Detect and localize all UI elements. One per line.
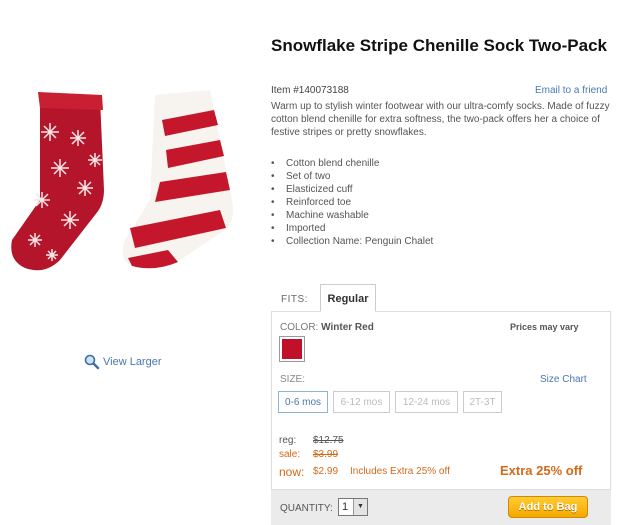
feature-item: Cotton blend chenille [271, 157, 433, 170]
now-label: now: [279, 465, 305, 479]
size-option-2t-3t[interactable]: 2T-3T [463, 391, 502, 413]
size-chart-link[interactable]: Size Chart [540, 374, 587, 385]
view-larger-label: View Larger [103, 356, 162, 368]
snowflake-sock [11, 92, 104, 271]
fits-label: FITS: [281, 294, 308, 305]
feature-item: Imported [271, 222, 433, 235]
feature-item: Reinforced toe [271, 196, 433, 209]
color-label-text: COLOR: [280, 322, 319, 333]
prices-vary-note: Prices may vary [510, 322, 579, 332]
chevron-down-icon: ▼ [353, 499, 367, 515]
product-image[interactable] [0, 80, 260, 290]
item-number: Item #140073188 [271, 85, 349, 96]
quantity-select[interactable]: 1 ▼ [338, 498, 368, 516]
email-friend-link[interactable]: Email to a friend [535, 85, 607, 96]
feature-item: Machine washable [271, 209, 433, 222]
product-title: Snowflake Stripe Chenille Sock Two-Pack [271, 36, 607, 55]
tab-regular[interactable]: Regular [320, 284, 376, 312]
feature-item: Collection Name: Penguin Chalet [271, 235, 433, 248]
feature-item: Elasticized cuff [271, 183, 433, 196]
feature-list: Cotton blend chenille Set of two Elastic… [271, 157, 433, 248]
color-label: COLOR: Winter Red [280, 322, 374, 333]
color-swatch-winter-red[interactable] [279, 336, 305, 362]
sale-price: $3.99 [313, 449, 339, 460]
magnifier-icon [84, 354, 100, 370]
extra-discount-badge: Extra 25% off [500, 463, 583, 478]
now-price: $2.99 [313, 466, 339, 477]
discount-note: Includes Extra 25% off [350, 466, 450, 477]
striped-sock [122, 90, 234, 269]
size-label: SIZE: [280, 374, 306, 385]
size-option-12-24[interactable]: 12-24 mos [395, 391, 458, 413]
size-option-0-6[interactable]: 0-6 mos [278, 391, 328, 413]
feature-item: Set of two [271, 170, 433, 183]
quantity-value: 1 [342, 501, 349, 513]
size-option-6-12[interactable]: 6-12 mos [333, 391, 390, 413]
product-description: Warm up to stylish winter footwear with … [271, 101, 610, 138]
reg-price: $12.75 [313, 435, 344, 446]
swatch-fill [282, 339, 302, 359]
add-to-bag-button[interactable]: Add to Bag [508, 496, 588, 518]
sale-label: sale: [279, 449, 301, 460]
reg-label: reg: [279, 435, 297, 446]
color-value: Winter Red [321, 322, 374, 333]
view-larger-link[interactable]: View Larger [84, 354, 162, 370]
quantity-label: QUANTITY: [280, 503, 333, 514]
